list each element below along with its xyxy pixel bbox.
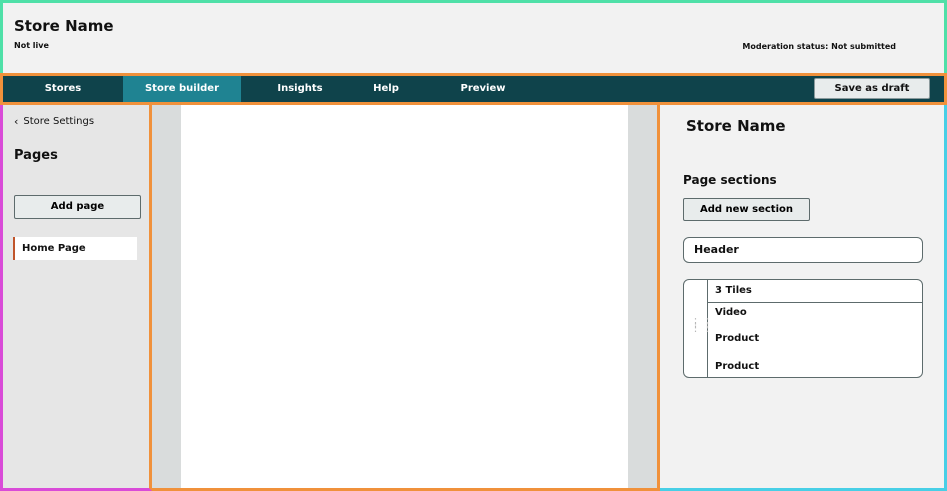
pages-sidebar: ‹ Store Settings Pages Add page Home Pag… [0,105,152,491]
tab-store-builder[interactable]: Store builder [123,76,241,102]
add-new-section-button[interactable]: Add new section [683,198,810,221]
tab-insights[interactable]: Insights [241,76,359,102]
page-item-home[interactable]: Home Page [13,237,137,260]
sections-panel: Store Name Page sections Add new section… [660,105,947,491]
tab-help[interactable]: Help [353,76,419,102]
page-canvas[interactable] [181,105,628,488]
panel-store-name: Store Name [686,117,786,135]
drag-column: ⋮⋮ ⋮⋮ [684,280,713,377]
section-group-title[interactable]: 3 Tiles [708,280,922,303]
page-sections-title: Page sections [683,173,777,187]
store-title: Store Name [14,17,114,35]
back-link-label: Store Settings [23,116,95,127]
top-header: Store Name Not live Moderation status: N… [0,0,947,73]
canvas-area [152,105,660,491]
moderation-status: Moderation status: Not submitted [742,42,896,51]
group-item-product[interactable]: Product [715,361,759,372]
group-item-video[interactable]: Video [715,307,747,318]
save-as-draft-button[interactable]: Save as draft [814,78,930,99]
tab-preview[interactable]: Preview [443,76,523,102]
chevron-left-icon: ‹ [14,115,19,128]
section-group[interactable]: ⋮⋮ ⋮⋮ 3 Tiles Video Product Product [683,279,923,378]
live-status: Not live [14,41,49,50]
tab-stores[interactable]: Stores [3,76,123,102]
pages-title: Pages [14,148,58,163]
back-to-store-settings[interactable]: ‹ Store Settings [14,115,94,128]
main-nav: Stores Store builder Insights Help Previ… [0,73,947,105]
drag-handle-icon[interactable]: ⋮⋮ ⋮⋮ [690,317,714,333]
section-header[interactable]: Header [683,237,923,263]
add-page-button[interactable]: Add page [14,195,141,219]
group-item-product[interactable]: Product [715,333,759,344]
